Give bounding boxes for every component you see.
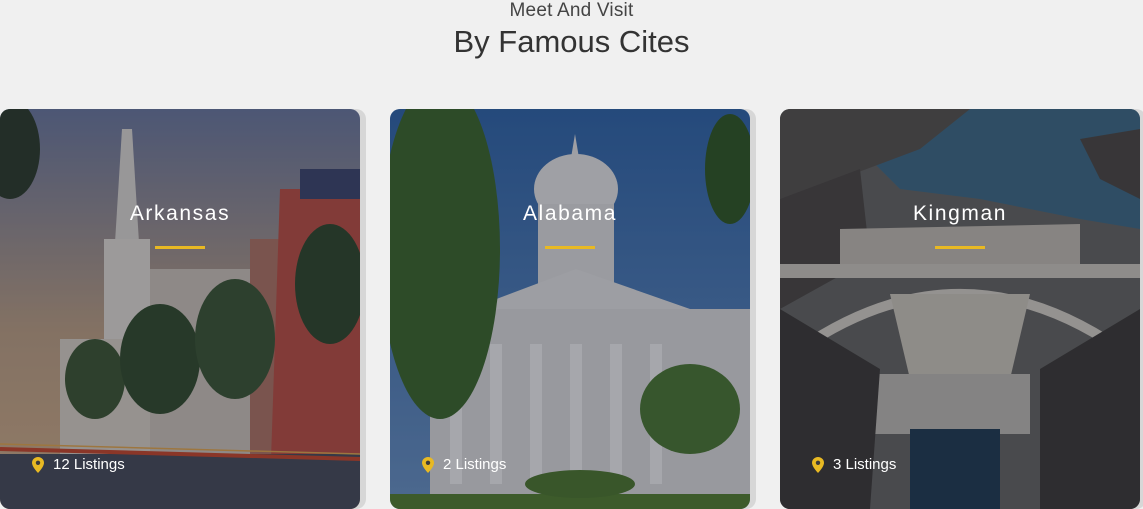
title-underline xyxy=(935,246,985,249)
section-header: Meet And Visit By Famous Cites xyxy=(0,0,1143,60)
listing-count: 3 Listings xyxy=(812,456,896,473)
city-card-alabama[interactable]: Alabama 2 Listings xyxy=(390,109,750,509)
listing-count: 12 Listings xyxy=(32,456,125,473)
city-name: Kingman xyxy=(912,202,1008,225)
city-cards: Arkansas 12 Listings Alabama 2 Listings … xyxy=(0,109,1143,509)
title-underline xyxy=(545,246,595,249)
map-pin-icon xyxy=(812,456,824,473)
section-title: By Famous Cites xyxy=(453,24,690,59)
city-name: Arkansas xyxy=(129,202,231,225)
listing-count-label: 12 Listings xyxy=(53,456,125,473)
section-subtitle: Meet And Visit xyxy=(509,0,634,21)
city-card-kingman[interactable]: Kingman 3 Listings xyxy=(780,109,1140,509)
city-name: Alabama xyxy=(522,202,618,225)
listing-count-label: 3 Listings xyxy=(833,456,897,473)
map-pin-icon xyxy=(32,456,44,473)
listing-count-label: 2 Listings xyxy=(443,456,507,473)
map-pin-icon xyxy=(422,456,434,473)
listing-count: 2 Listings xyxy=(422,456,506,473)
title-underline xyxy=(155,246,205,249)
city-card-arkansas[interactable]: Arkansas 12 Listings xyxy=(0,109,360,509)
